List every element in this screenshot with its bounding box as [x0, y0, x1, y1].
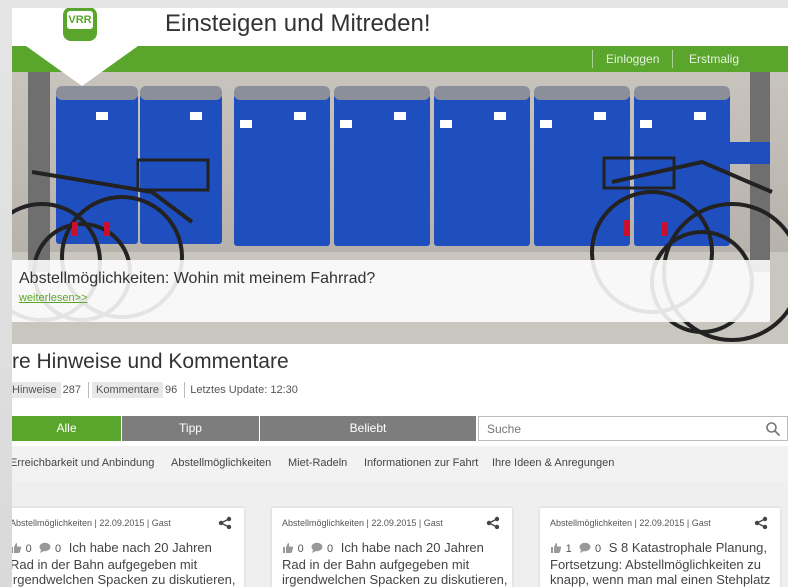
last-update: Letztes Update: 12:30: [190, 384, 298, 396]
thumbs-up-icon[interactable]: [550, 542, 562, 553]
nav-divider: [672, 50, 673, 68]
comment-card[interactable]: Abstellmöglichkeiten | 22.09.2015 | Gast…: [272, 508, 512, 587]
comment-count: 0: [595, 543, 602, 555]
nav-divider: [592, 50, 593, 68]
logo-text: VRR: [68, 14, 92, 26]
hints-label: Hinweise: [12, 382, 61, 398]
comment-icon[interactable]: [39, 542, 51, 553]
comment-card[interactable]: Abstellmöglichkeiten | 22.09.2015 | Gast…: [540, 508, 780, 587]
share-icon[interactable]: [486, 516, 500, 530]
like-count: 0: [297, 543, 304, 555]
login-link[interactable]: Einloggen: [606, 46, 659, 72]
page: Einsteigen und Mitreden! Einloggen Erstm…: [12, 8, 788, 587]
tab-popular[interactable]: Beliebt: [260, 416, 476, 441]
thumbs-up-icon[interactable]: [282, 542, 294, 553]
vrr-logo[interactable]: VRR: [12, 8, 152, 88]
search-box[interactable]: [478, 416, 788, 441]
card-body: 0 0 Ich habe nach 20 Jahren Rad in der B…: [282, 540, 510, 587]
category-ideas[interactable]: Ihre Ideen & Anregungen: [492, 457, 614, 469]
category-reachability[interactable]: Erreichbarkeit und Anbindung: [12, 457, 154, 469]
card-body: 0 0 Ich habe nach 20 Jahren Rad in der B…: [12, 540, 238, 587]
category-bike-rental[interactable]: Miet-Radeln: [288, 457, 347, 469]
category-trip-info[interactable]: Informationen zur Fahrt: [364, 457, 478, 469]
tab-all[interactable]: Alle: [12, 416, 121, 441]
comment-icon[interactable]: [311, 542, 323, 553]
comments-label: Kommentare: [92, 382, 163, 398]
stats-divider: [184, 382, 186, 399]
comment-count: 0: [55, 543, 62, 555]
like-count: 0: [25, 543, 32, 555]
card-meta: Abstellmöglichkeiten | 22.09.2015 | Gast: [12, 518, 171, 528]
share-icon[interactable]: [754, 516, 768, 530]
section-title: re Hinweise und Kommentare: [12, 350, 289, 373]
hero-banner[interactable]: Abstellmöglichkeiten: Wohin mit meinem F…: [12, 72, 788, 344]
read-more-link[interactable]: weiterlesen>>: [19, 292, 88, 304]
stats-bar: Hinweise 287 Kommentare 96 Letztes Update: 1…: [12, 382, 302, 400]
hints-count: 287: [62, 384, 81, 396]
category-bar: Erreichbarkeit und Anbindung Abstellmögl…: [12, 446, 788, 482]
search-icon[interactable]: [765, 421, 781, 437]
stats-divider: [88, 382, 89, 399]
category-parking[interactable]: Abstellmöglichkeiten: [171, 457, 271, 469]
like-count: 1: [565, 543, 572, 555]
tab-tip[interactable]: Tipp: [122, 416, 259, 441]
card-body: 1 0 S 8 Katastrophale Planung, Fortsetzu…: [550, 540, 778, 587]
thumbs-up-icon[interactable]: [12, 542, 22, 553]
comments-count: 96: [164, 384, 178, 396]
card-meta: Abstellmöglichkeiten | 22.09.2015 | Gast: [550, 518, 711, 528]
hero-caption: Abstellmöglichkeiten: Wohin mit meinem F…: [12, 260, 770, 322]
site-title: Einsteigen und Mitreden!: [165, 10, 431, 37]
comment-card[interactable]: Abstellmöglichkeiten | 22.09.2015 | Gast…: [12, 508, 244, 587]
comment-count: 0: [327, 543, 334, 555]
hero-title: Abstellmöglichkeiten: Wohin mit meinem F…: [19, 270, 376, 287]
card-meta: Abstellmöglichkeiten | 22.09.2015 | Gast: [282, 518, 443, 528]
share-icon[interactable]: [218, 516, 232, 530]
search-input[interactable]: [487, 421, 747, 437]
comment-icon[interactable]: [579, 542, 591, 553]
filter-tabs: Alle Tipp Beliebt: [12, 416, 788, 441]
register-link[interactable]: Erstmalig anmelden: [689, 46, 788, 92]
